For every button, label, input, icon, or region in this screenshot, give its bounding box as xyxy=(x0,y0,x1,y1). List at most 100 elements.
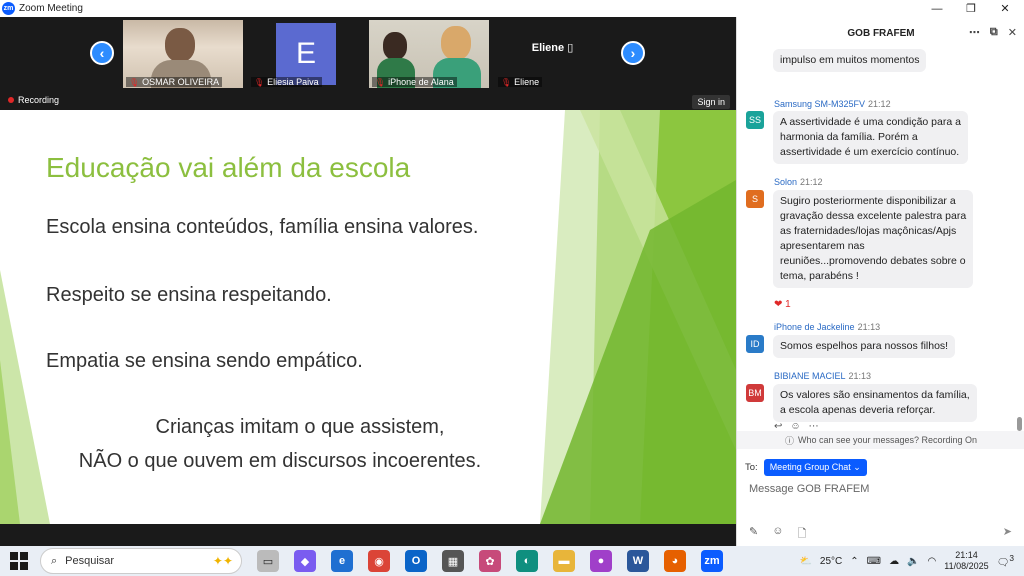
person-silhouette xyxy=(441,26,471,60)
task-view-icon[interactable]: ▭ xyxy=(257,550,279,572)
person-silhouette xyxy=(165,28,195,62)
message-line: Os valores são ensinamentos da família, xyxy=(780,389,970,401)
chat-title: GOB FRAFEM xyxy=(847,27,915,39)
store-icon[interactable]: ▦ xyxy=(442,550,464,572)
volume-icon[interactable]: 🔈 xyxy=(907,556,919,567)
chat-scrollbar[interactable] xyxy=(1017,417,1022,431)
network-icon[interactable]: ⌨ xyxy=(867,556,881,567)
message-time: 21:13 xyxy=(848,371,872,381)
drop-app-icon[interactable]: ● xyxy=(590,550,612,572)
slide-line: Respeito se ensina respeitando. xyxy=(46,284,332,306)
message-sender: Solon 21:12 xyxy=(774,177,823,187)
window-title: Zoom Meeting xyxy=(19,3,83,14)
chat-message: A assertividade é uma condição para a ha… xyxy=(773,111,968,164)
window-titlebar: zm Zoom Meeting — ❐ ✕ xyxy=(0,0,1024,17)
message-line: gravação dessa excelente palestra para xyxy=(780,210,967,222)
participant-tile-eliene[interactable]: Eliene ▯ 🎙 Eliene xyxy=(495,20,610,88)
sparkle-icon: ✦✦ xyxy=(212,554,233,568)
chat-message: Os valores são ensinamentos da família, … xyxy=(773,384,977,422)
privacy-note[interactable]: ⓘ Who can see your messages? Recording O… xyxy=(737,431,1024,449)
participant-tile-osmar[interactable]: 🎙 OSMAR OLIVEIRA xyxy=(123,20,243,88)
edge-legacy-icon[interactable]: e xyxy=(331,550,353,572)
slide-quote-line: Crianças imitam o que assistem, xyxy=(155,416,445,438)
message-input[interactable]: Message GOB FRAFEM xyxy=(749,483,869,495)
participant-name: Eliesia Paiva xyxy=(267,77,319,87)
slide-title: Educação vai além da escola xyxy=(46,152,411,183)
message-line: as fraternidades/lojas maçônicas/Apjs xyxy=(780,225,957,237)
close-chat-icon[interactable]: ✕ xyxy=(1008,26,1017,39)
firefox-icon[interactable]: ◕ xyxy=(664,550,686,572)
word-icon[interactable]: W xyxy=(627,550,649,572)
taskbar-search[interactable]: ⌕ Pesquisar ✦✦ xyxy=(40,548,242,574)
participant-tile-eliesia[interactable]: E 🎙 Eliesia Paiva xyxy=(248,20,366,88)
next-page-button[interactable]: › xyxy=(621,41,645,65)
cloud-icon[interactable]: ☁ xyxy=(889,556,899,567)
sign-in-button[interactable]: Sign in xyxy=(692,95,730,109)
start-button[interactable] xyxy=(10,552,28,570)
slide-quote-line: NÃO o que ouvem em discursos incoerentes… xyxy=(78,450,482,472)
taskbar-clock[interactable]: 21:14 11/08/2025 xyxy=(944,550,988,572)
notification-count: 3 xyxy=(1009,553,1014,564)
more-options-icon[interactable]: ⋯ xyxy=(969,26,980,39)
participant-display-name: Eliene ▯ xyxy=(531,41,574,54)
wifi-icon[interactable]: ◠ xyxy=(928,556,937,567)
chat-message: Sugiro posteriormente disponibilizar a g… xyxy=(773,190,974,288)
slide-line: Escola ensina conteúdos, família ensina … xyxy=(46,216,479,238)
chat-message-list[interactable]: impulso em muitos momentos SS Samsung SM… xyxy=(737,49,1017,435)
message-line: apresentarem nas xyxy=(780,240,865,252)
format-icon[interactable]: ✎ xyxy=(749,525,758,544)
copilot-icon[interactable]: ◆ xyxy=(294,550,316,572)
message-sender: BIBIANE MACIEL 21:13 xyxy=(774,371,871,381)
reaction-text: ❤ 1 xyxy=(774,299,791,310)
weather-icon[interactable]: ⛅ xyxy=(799,556,811,567)
participant-avatar: E xyxy=(276,23,336,85)
message-line: assertividade é um exercício contínuo. xyxy=(780,146,960,158)
meeting-area: ‹ 🎙 OSMAR OLIVEIRA E 🎙 Eliesia Paiva 🎙 i… xyxy=(0,17,736,546)
privacy-icon: ⓘ xyxy=(784,435,794,446)
avatar: BM xyxy=(746,384,764,402)
participant-tile-alana[interactable]: 🎙 iPhone de Alana xyxy=(369,20,489,88)
zoom-logo-icon: zm xyxy=(2,2,15,15)
prev-page-button[interactable]: ‹ xyxy=(90,41,114,65)
file-icon[interactable]: 🗋 xyxy=(797,525,806,544)
recording-indicator[interactable]: Recording xyxy=(8,95,59,105)
weather-temp[interactable]: 25°C xyxy=(820,556,842,567)
mic-muted-icon: 🎙 xyxy=(375,77,386,87)
recipient-row: To: Meeting Group Chat ⌄ xyxy=(745,459,867,476)
message-line: tema, parabéns ! xyxy=(780,270,859,282)
video-strip: ‹ 🎙 OSMAR OLIVEIRA E 🎙 Eliesia Paiva 🎙 i… xyxy=(0,17,736,110)
notification-icon[interactable]: 🗨3 xyxy=(997,553,1014,568)
pop-out-icon[interactable]: ⧉ xyxy=(990,26,998,39)
sender-name: Solon xyxy=(774,177,798,187)
recipient-dropdown[interactable]: Meeting Group Chat ⌄ xyxy=(763,459,867,476)
edge-icon[interactable]: ◐ xyxy=(516,550,538,572)
mic-muted-icon: 🎙 xyxy=(129,77,140,87)
paint-icon[interactable]: ✿ xyxy=(479,550,501,572)
clock-date: 11/08/2025 xyxy=(944,561,989,571)
heart-reaction[interactable]: ❤ 1 xyxy=(774,299,791,310)
chevron-up-icon[interactable]: ⌃ xyxy=(850,556,858,567)
message-sender: iPhone de Jackeline 21:13 xyxy=(774,322,880,332)
chat-message: impulso em muitos momentos xyxy=(773,49,927,72)
message-line: A assertividade é uma condição para a xyxy=(780,116,961,128)
participant-name: iPhone de Alana xyxy=(388,77,454,87)
recording-dot-icon xyxy=(8,97,14,103)
avatar: SS xyxy=(746,111,764,129)
emoji-icon[interactable]: ☺ xyxy=(772,525,783,544)
close-window-button[interactable]: ✕ xyxy=(988,0,1022,17)
chrome-icon[interactable]: ◉ xyxy=(368,550,390,572)
zoom-taskbar-icon[interactable]: zm xyxy=(701,550,723,572)
privacy-text: Who can see your messages? Recording On xyxy=(797,435,978,445)
participant-name: OSMAR OLIVEIRA xyxy=(142,77,220,87)
message-line: Somos espelhos para nossos filhos! xyxy=(780,340,949,352)
restore-button[interactable]: ❐ xyxy=(954,0,988,17)
input-toolbar: ✎ ☺ 🗋 xyxy=(749,525,806,544)
search-icon: ⌕ xyxy=(51,554,58,567)
file-explorer-icon[interactable]: ▬ xyxy=(553,550,575,572)
minimize-button[interactable]: — xyxy=(920,0,954,17)
send-icon[interactable]: ➤ xyxy=(1003,525,1012,538)
shared-slide: Educação vai além da escola Escola ensin… xyxy=(0,110,736,524)
sender-name: iPhone de Jackeline xyxy=(774,322,855,332)
outlook-icon[interactable]: O xyxy=(405,550,427,572)
to-label: To: xyxy=(745,462,758,473)
